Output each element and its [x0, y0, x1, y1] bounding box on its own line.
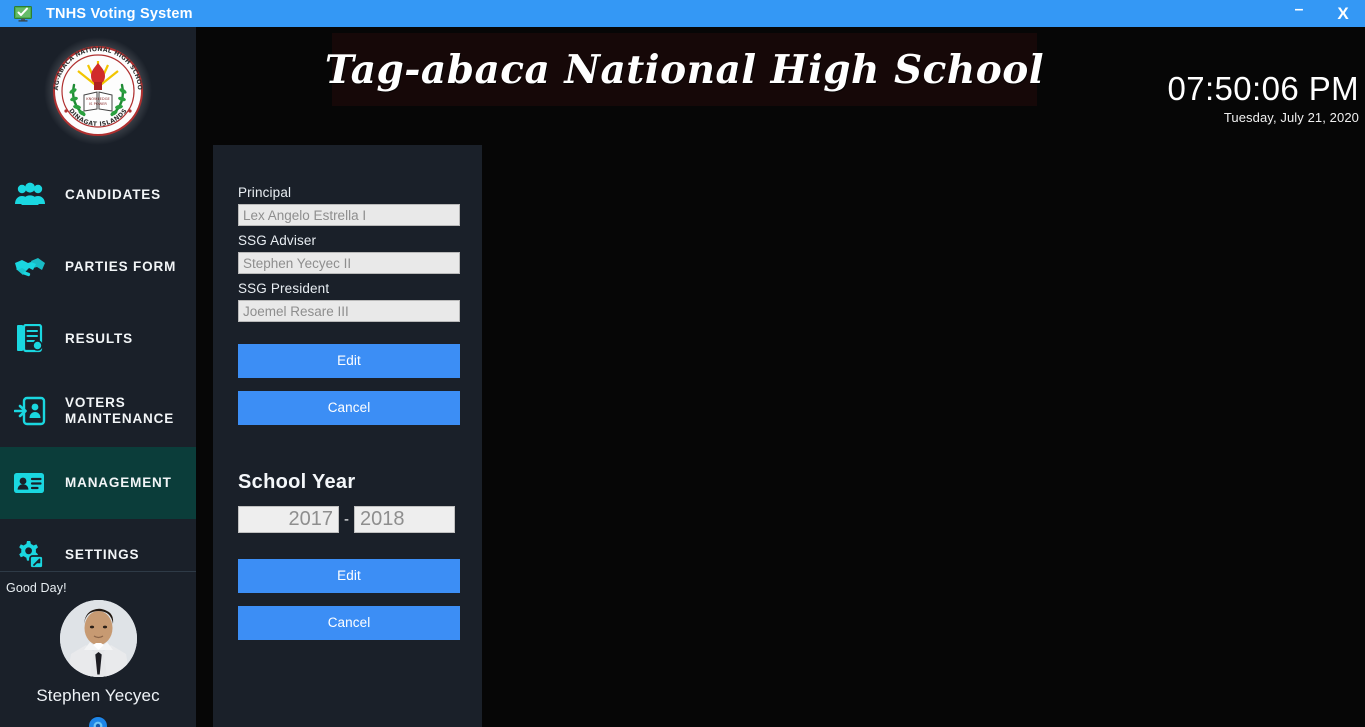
- sidebar-item-label: MANAGEMENT: [65, 475, 172, 490]
- clock-time: 07:50:06 PM: [1167, 70, 1359, 107]
- clock-date: Tuesday, July 21, 2020: [1223, 110, 1359, 125]
- school-year-cancel-button[interactable]: Cancel: [238, 606, 460, 640]
- svg-text:IS POWER: IS POWER: [89, 102, 107, 106]
- school-year-end-input[interactable]: [354, 506, 455, 533]
- minimize-button[interactable]: –: [1277, 0, 1321, 27]
- sidebar-item-candidates[interactable]: CANDIDATES: [0, 159, 196, 231]
- officials-edit-button[interactable]: Edit: [238, 344, 460, 378]
- sidebar-item-label: SETTINGS: [65, 547, 140, 562]
- sidebar-item-results[interactable]: RESULTS: [0, 303, 196, 375]
- sidebar: KNOWLEDGE IS POWER AG-ABACA NATIONAL HIG…: [0, 27, 196, 727]
- ssg-adviser-label: SSG Adviser: [238, 233, 317, 248]
- sidebar-item-voters-maintenance[interactable]: VOTERS MAINTENANCE: [0, 375, 196, 447]
- clock-widget: 07:50:06 PM Tuesday, July 21, 2020: [1119, 70, 1359, 126]
- management-form-panel: Principal SSG Adviser SSG President Edit…: [213, 145, 482, 727]
- sidebar-item-label: VOTERS MAINTENANCE: [65, 395, 175, 426]
- field-group-ssg-president: SSG President: [238, 281, 460, 322]
- report-document-icon: [12, 322, 48, 356]
- ssg-adviser-input[interactable]: [238, 252, 460, 274]
- school-banner: Tag-abaca National High School: [325, 33, 1044, 106]
- avatar: [59, 600, 137, 677]
- lock-icon[interactable]: [85, 712, 111, 727]
- sidebar-item-label: CANDIDATES: [65, 187, 161, 202]
- window-title: TNHS Voting System: [46, 5, 193, 22]
- officials-cancel-button[interactable]: Cancel: [238, 391, 460, 425]
- greeting-text: Good Day!: [6, 581, 67, 595]
- school-banner-text: Tag-abaca National High School: [324, 46, 1045, 93]
- people-group-icon: [12, 178, 48, 212]
- ssg-president-label: SSG President: [238, 281, 330, 296]
- school-year-title: School Year: [238, 471, 356, 493]
- close-button[interactable]: X: [1321, 0, 1365, 27]
- school-year-start-input[interactable]: [238, 506, 339, 533]
- sidebar-nav: CANDIDATES PARTIES FORM RESULTS VOTERS M…: [0, 159, 196, 591]
- voter-id-login-icon: [12, 394, 48, 428]
- sidebar-item-label: RESULTS: [65, 331, 133, 346]
- gear-icon: [12, 538, 48, 572]
- sidebar-item-management[interactable]: MANAGEMENT: [0, 447, 196, 519]
- principal-input[interactable]: [238, 204, 460, 226]
- sidebar-item-label: PARTIES FORM: [65, 259, 177, 274]
- sidebar-item-parties-form[interactable]: PARTIES FORM: [0, 231, 196, 303]
- school-seal-logo: KNOWLEDGE IS POWER AG-ABACA NATIONAL HIG…: [44, 37, 152, 145]
- principal-label: Principal: [238, 185, 292, 200]
- user-profile: Good Day! Stephen Yecyec: [0, 575, 196, 727]
- id-card-icon: [12, 466, 48, 500]
- monitor-check-icon: [14, 5, 32, 22]
- svg-text:KNOWLEDGE: KNOWLEDGE: [86, 97, 110, 101]
- main-content: Tag-abaca National High School 07:50:06 …: [196, 27, 1365, 727]
- school-year-separator: -: [344, 511, 349, 528]
- school-year-row: -: [238, 506, 457, 533]
- application-window: TNHS Voting System – X KNOWLEDGE IS POWE…: [0, 0, 1365, 727]
- ssg-president-input[interactable]: [238, 300, 460, 322]
- handshake-icon: [12, 250, 48, 284]
- sidebar-divider: [0, 571, 196, 572]
- title-bar: TNHS Voting System – X: [0, 0, 1365, 27]
- field-group-principal: Principal: [238, 185, 460, 226]
- school-year-edit-button[interactable]: Edit: [238, 559, 460, 593]
- field-group-ssg-adviser: SSG Adviser: [238, 233, 460, 274]
- profile-name: Stephen Yecyec: [36, 686, 160, 705]
